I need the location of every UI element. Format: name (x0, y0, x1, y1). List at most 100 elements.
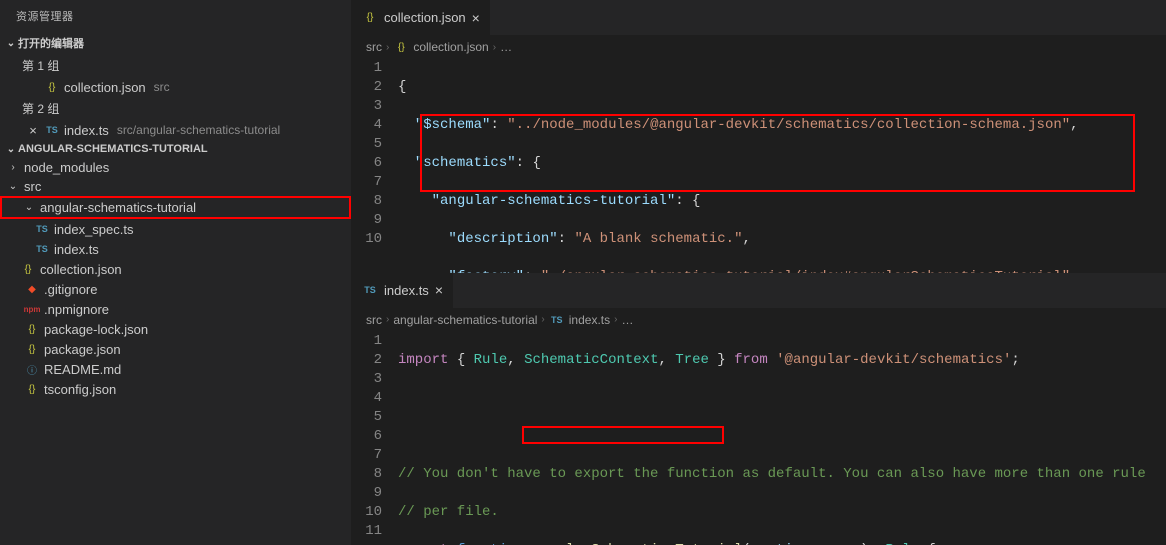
explorer-sidebar: 资源管理器 ⌄ 打开的编辑器 第 1 组 {} collection.json … (0, 0, 352, 545)
code-content[interactable]: import { Rule, SchematicContext, Tree } … (398, 332, 1166, 545)
file-npmignore[interactable]: › npm .npmignore (0, 299, 351, 319)
line-no: 5 (352, 135, 382, 154)
file-label: index_spec.ts (54, 222, 134, 237)
file-label: package-lock.json (44, 322, 148, 337)
line-no: 6 (352, 154, 382, 173)
line-no: 5 (352, 408, 382, 427)
editor-area: {} collection.json × src › {} collection.j… (352, 0, 1166, 545)
line-no: 3 (352, 370, 382, 389)
line-no: 10 (352, 503, 382, 522)
file-pkg[interactable]: › {} package.json (0, 339, 351, 359)
file-name: index.ts (64, 123, 109, 138)
folder-label: src (24, 179, 41, 194)
chevron-right-icon: › (386, 314, 389, 325)
code-area-1[interactable]: 1 2 3 4 5 6 7 8 9 10 { "$schema": "../no… (352, 59, 1166, 273)
json-icon: {} (20, 261, 36, 277)
file-label: tsconfig.json (44, 382, 116, 397)
folder-label: node_modules (24, 160, 109, 175)
folder-src[interactable]: ⌄ src (0, 177, 351, 196)
bc-seg: index.ts (569, 313, 610, 327)
info-icon: ⓘ (24, 361, 40, 377)
json-icon: {} (393, 39, 409, 55)
line-no: 4 (352, 389, 382, 408)
line-no: 7 (352, 446, 382, 465)
line-no: 8 (352, 192, 382, 211)
file-name: collection.json (64, 80, 146, 95)
file-index-spec[interactable]: TS index_spec.ts (0, 219, 351, 239)
tab-bar-1: {} collection.json × (352, 0, 1166, 35)
chevron-down-icon: ⌄ (4, 38, 18, 49)
project-header[interactable]: ⌄ ANGULAR-SCHEMATICS-TUTORIAL (0, 140, 351, 158)
line-no: 8 (352, 465, 382, 484)
line-no: 3 (352, 97, 382, 116)
file-collection[interactable]: {} collection.json (0, 259, 351, 279)
json-icon: {} (362, 10, 378, 26)
chevron-right-icon: › (614, 314, 617, 325)
ts-icon: TS (34, 221, 50, 237)
json-icon: {} (24, 321, 40, 337)
file-label: package.json (44, 342, 121, 357)
ts-icon: TS (34, 241, 50, 257)
tab-bar-2: TS index.ts × (352, 273, 1166, 308)
line-no: 4 (352, 116, 382, 135)
bc-seg: src (366, 313, 382, 327)
bc-seg: collection.json (413, 40, 488, 54)
open-editor-collection[interactable]: {} collection.json src (0, 77, 351, 97)
chevron-right-icon: › (493, 42, 496, 53)
json-icon: {} (24, 341, 40, 357)
file-tsconfig[interactable]: › {} tsconfig.json (0, 379, 351, 399)
json-icon: {} (24, 381, 40, 397)
file-gitignore[interactable]: › ◆ .gitignore (0, 279, 351, 299)
ts-icon: TS (44, 122, 60, 138)
line-no: 7 (352, 173, 382, 192)
folder-tutorial[interactable]: ⌄ angular-schematics-tutorial (0, 196, 351, 219)
explorer-title: 资源管理器 (0, 0, 351, 32)
line-no: 2 (352, 351, 382, 370)
ts-icon: TS (549, 312, 565, 328)
file-label: .npmignore (44, 302, 109, 317)
open-editors-body: 第 1 组 {} collection.json src 第 2 组 TS in… (0, 54, 351, 140)
folder-label: angular-schematics-tutorial (40, 200, 196, 215)
line-no: 9 (352, 211, 382, 230)
breadcrumb-1[interactable]: src › {} collection.json › … (352, 35, 1166, 59)
line-gutter: 1 2 3 4 5 6 7 8 9 10 11 (352, 332, 398, 545)
open-editors-label: 打开的编辑器 (18, 35, 84, 51)
chevron-down-icon: ⌄ (4, 144, 18, 155)
open-editors-header[interactable]: ⌄ 打开的编辑器 (0, 32, 351, 54)
code-area-2[interactable]: 1 2 3 4 5 6 7 8 9 10 11 import { Rule, S… (352, 332, 1166, 545)
tab-collection-json[interactable]: {} collection.json × (352, 0, 491, 35)
bc-seg: src (366, 40, 382, 54)
file-label: collection.json (40, 262, 122, 277)
editor-group-1: {} collection.json × src › {} collection.j… (352, 0, 1166, 273)
close-icon[interactable]: × (435, 282, 443, 298)
chevron-down-icon: ⌄ (22, 202, 36, 213)
project-name: ANGULAR-SCHEMATICS-TUTORIAL (18, 143, 208, 155)
editor-group-2: TS index.ts × src› angular-schematics-tu… (352, 273, 1166, 545)
file-pkglock[interactable]: › {} package-lock.json (0, 319, 351, 339)
file-tree: › node_modules ⌄ src ⌄ angular-schematic… (0, 158, 351, 399)
git-icon: ◆ (24, 281, 40, 297)
file-label: .gitignore (44, 282, 97, 297)
chevron-right-icon: › (6, 162, 20, 173)
line-no: 6 (352, 427, 382, 446)
line-no: 11 (352, 522, 382, 541)
line-no: 1 (352, 332, 382, 351)
line-no: 10 (352, 230, 382, 249)
bc-seg: … (500, 40, 512, 54)
code-content[interactable]: { "$schema": "../node_modules/@angular-d… (398, 59, 1166, 273)
file-label: index.ts (54, 242, 99, 257)
json-icon: {} (44, 79, 60, 95)
open-editor-index[interactable]: TS index.ts src/angular-schematics-tutor… (0, 120, 351, 140)
close-icon[interactable]: × (472, 10, 480, 26)
chevron-right-icon: › (386, 42, 389, 53)
file-label: README.md (44, 362, 121, 377)
file-readme[interactable]: › ⓘ README.md (0, 359, 351, 379)
folder-node-modules[interactable]: › node_modules (0, 158, 351, 177)
file-index-ts[interactable]: TS index.ts (0, 239, 351, 259)
line-no: 1 (352, 59, 382, 78)
tab-index-ts[interactable]: TS index.ts × (352, 273, 454, 308)
chevron-down-icon: ⌄ (6, 181, 20, 192)
line-gutter: 1 2 3 4 5 6 7 8 9 10 (352, 59, 398, 273)
breadcrumb-2[interactable]: src› angular-schematics-tutorial› TSinde… (352, 308, 1166, 332)
line-no: 2 (352, 78, 382, 97)
